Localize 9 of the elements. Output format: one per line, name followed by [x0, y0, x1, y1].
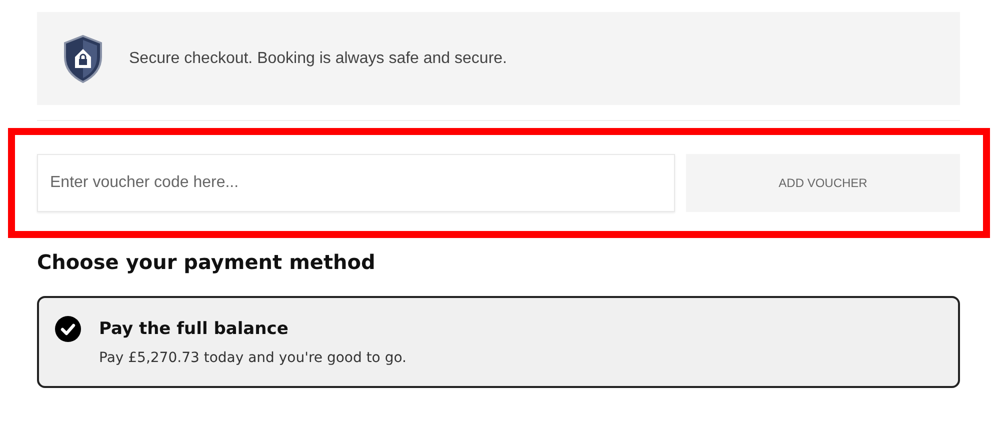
option-description: Pay £5,270.73 today and you're good to go.	[99, 350, 408, 366]
option-title: Pay the full balance	[99, 319, 288, 339]
payment-option[interactable]: Pay the full balance Pay £5,270.73 today and you're good to go.	[37, 296, 960, 388]
section-heading: Choose your payment method	[37, 250, 376, 274]
voucher-code-field[interactable]: Enter voucher code here...	[37, 154, 675, 212]
add-voucher-button[interactable]: ADD VOUCHER	[686, 154, 960, 212]
check-circle-icon	[55, 316, 81, 342]
banner-text: Secure checkout. Booking is always safe and secure.	[129, 50, 507, 68]
shield-lock-icon	[63, 34, 103, 82]
